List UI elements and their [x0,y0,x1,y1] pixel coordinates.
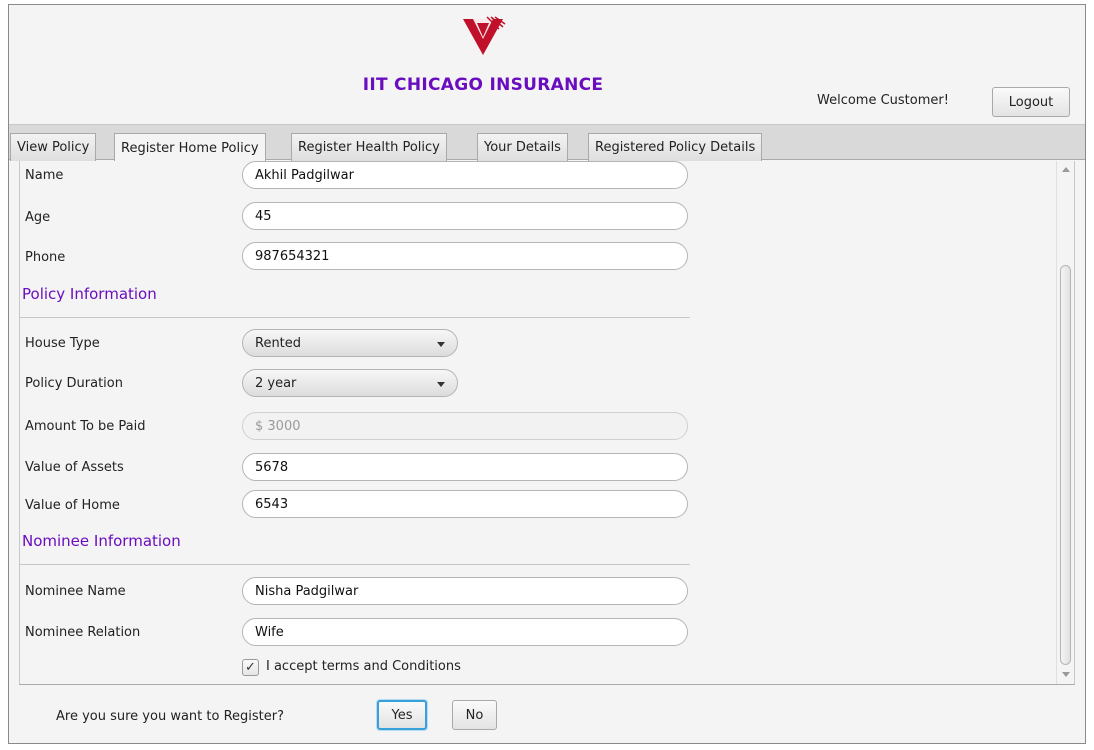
assets-field[interactable]: 5678 [242,453,688,481]
logout-button[interactable]: Logout [992,87,1070,117]
phone-field[interactable]: 987654321 [242,242,688,270]
vertical-scrollbar[interactable] [1056,161,1074,684]
name-field[interactable]: Akhil Padgilwar [242,161,688,189]
amount-label: Amount To be Paid [25,419,146,434]
phone-label: Phone [25,250,66,265]
age-field[interactable]: 45 [242,202,688,230]
nominee-section-title: Nominee Information [22,532,181,550]
assets-label: Value of Assets [25,460,124,475]
no-button[interactable]: No [452,700,497,730]
nominee-name-label: Nominee Name [25,584,126,599]
age-label: Age [25,210,51,225]
app-window: IIT CHICAGO INSURANCE Welcome Customer! … [8,4,1086,744]
terms-label: I accept terms and Conditions [266,659,461,674]
policy-duration-select[interactable]: 2 year [242,369,458,397]
terms-checkbox[interactable]: ✓ [242,659,259,676]
amount-field: $ 3000 [242,412,688,440]
tab-registered-policy-details[interactable]: Registered Policy Details [588,133,763,161]
welcome-text: Welcome Customer! [817,93,949,108]
chevron-down-icon [437,382,445,387]
scroll-up-icon[interactable] [1062,167,1070,172]
chevron-down-icon [437,342,445,347]
house-type-select[interactable]: Rented [242,329,458,357]
yes-button[interactable]: Yes [377,700,427,730]
policy-duration-value: 2 year [255,375,297,391]
scroll-down-icon[interactable] [1062,672,1070,677]
tab-register-home-policy[interactable]: Register Home Policy [114,133,266,162]
checkmark-icon: ✓ [245,660,256,675]
tab-bar: View Policy Register Home Policy Registe… [9,124,1085,162]
app-title: IIT CHICAGO INSURANCE [362,75,604,95]
nominee-relation-field[interactable]: Wife [242,618,688,646]
tab-view-policy[interactable]: View Policy [10,133,97,161]
house-type-value: Rented [255,335,302,351]
nominee-relation-label: Nominee Relation [25,625,141,640]
form-scroll-pane: Name Akhil Padgilwar Age 45 Phone 987654… [19,161,1075,685]
confirm-question: Are you sure you want to Register? [56,709,284,724]
policy-duration-label: Policy Duration [25,376,123,391]
policy-section-title: Policy Information [22,285,157,303]
policy-divider [20,317,690,318]
name-label: Name [25,168,64,183]
iit-logo-icon [463,16,506,55]
nominee-divider [20,564,690,565]
nominee-name-field[interactable]: Nisha Padgilwar [242,577,688,605]
header: IIT CHICAGO INSURANCE Welcome Customer! … [9,5,1085,123]
home-value-label: Value of Home [25,498,120,513]
scrollbar-thumb[interactable] [1060,265,1071,665]
home-value-field[interactable]: 6543 [242,490,688,518]
tab-register-health-policy[interactable]: Register Health Policy [291,133,447,161]
house-type-label: House Type [25,336,100,351]
tab-your-details[interactable]: Your Details [477,133,568,161]
